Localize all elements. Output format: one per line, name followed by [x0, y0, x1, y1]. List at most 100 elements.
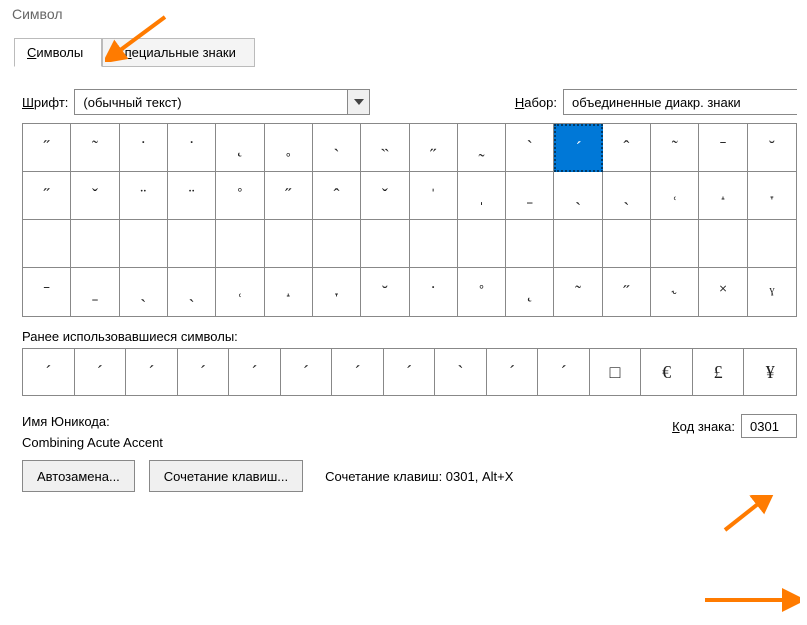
grid-cell[interactable]: ˚	[216, 172, 264, 220]
grid-cell[interactable]: ˏ	[168, 268, 216, 316]
grid-cell[interactable]: ˠ	[748, 268, 796, 316]
grid-cell[interactable]: ˝	[23, 172, 71, 220]
unicode-name-label: Имя Юникода:	[22, 414, 163, 429]
window-title: Символ	[0, 0, 807, 28]
font-label: Шрифт:	[22, 95, 68, 110]
grid-cell[interactable]: ˝	[23, 124, 71, 172]
recent-cell[interactable]: ´	[538, 349, 590, 395]
grid-cell[interactable]: ˔	[699, 172, 747, 220]
annotation-arrow-icon	[715, 495, 775, 535]
recent-cell[interactable]: `	[435, 349, 487, 395]
grid-cell[interactable]	[458, 220, 506, 268]
set-select[interactable]: объединенные диакр. знаки	[563, 89, 797, 115]
grid-cell[interactable]: ˍ	[71, 268, 119, 316]
dropdown-icon[interactable]	[347, 90, 369, 114]
grid-cell[interactable]: ˙	[410, 268, 458, 316]
grid-cell[interactable]: ¨	[168, 172, 216, 220]
grid-cell[interactable]	[168, 220, 216, 268]
grid-cell[interactable]: ¨	[120, 172, 168, 220]
grid-cell[interactable]: ˇ	[71, 172, 119, 220]
recent-cell[interactable]: ¥	[744, 349, 796, 395]
grid-cell[interactable]: ˞	[651, 268, 699, 316]
grid-cell[interactable]: ´	[554, 124, 602, 172]
grid-cell[interactable]: ˜	[651, 124, 699, 172]
recent-cell[interactable]: ´	[229, 349, 281, 395]
grid-cell[interactable]	[265, 220, 313, 268]
grid-cell[interactable]: ˈ	[410, 172, 458, 220]
grid-cell[interactable]: ˜	[554, 268, 602, 316]
recent-cell[interactable]: ´	[332, 349, 384, 395]
grid-cell[interactable]: ˷	[458, 124, 506, 172]
character-grid[interactable]: ˝˜˙˙˛˳˴˵˶˷`´ˆ˜ˉ˘˝ˇ¨¨˚˝ˆˇˈˌˍˎˏ˓˔˕ˉˍˎˏ˓˔˕˘…	[22, 123, 797, 317]
recent-cell[interactable]: ´	[126, 349, 178, 395]
grid-cell[interactable]: ˇ	[361, 172, 409, 220]
grid-cell[interactable]: ˉ	[699, 124, 747, 172]
font-set-row: Шрифт: (обычный текст) Набор: объединенн…	[22, 89, 797, 115]
grid-cell[interactable]: ˝	[603, 268, 651, 316]
set-value: объединенные диакр. знаки	[564, 95, 797, 110]
recent-cell[interactable]: £	[693, 349, 745, 395]
recent-cell[interactable]: ´	[178, 349, 230, 395]
recent-cell[interactable]: ´	[23, 349, 75, 395]
set-label: Набор:	[515, 95, 557, 110]
unicode-name: Combining Acute Accent	[22, 435, 163, 450]
grid-cell[interactable]: ˆ	[313, 172, 361, 220]
grid-cell[interactable]: ˙	[168, 124, 216, 172]
grid-cell[interactable]	[603, 220, 651, 268]
grid-cell[interactable]: ˳	[265, 124, 313, 172]
shortcut-display: Сочетание клавиш: 0301, Alt+X	[325, 469, 513, 484]
grid-cell[interactable]: ˉ	[23, 268, 71, 316]
grid-cell[interactable]	[23, 220, 71, 268]
grid-cell[interactable]: ˘	[361, 268, 409, 316]
grid-cell[interactable]: ˆ	[603, 124, 651, 172]
grid-cell[interactable]	[120, 220, 168, 268]
recent-symbols[interactable]: ´´´´´´´´`´´□€£¥	[22, 348, 797, 396]
grid-cell[interactable]	[216, 220, 264, 268]
grid-cell[interactable]: ˝	[265, 172, 313, 220]
grid-cell[interactable]: ˏ	[603, 172, 651, 220]
recent-cell[interactable]: ´	[487, 349, 539, 395]
grid-cell[interactable]: ˎ	[120, 268, 168, 316]
tab-special[interactable]: Специальные знаки	[102, 38, 255, 67]
grid-cell[interactable]	[313, 220, 361, 268]
grid-cell[interactable]: ˍ	[506, 172, 554, 220]
grid-cell[interactable]: ˌ	[458, 172, 506, 220]
shortcut-key-button[interactable]: Сочетание клавиш...	[149, 460, 303, 492]
grid-cell[interactable]: ˕	[748, 172, 796, 220]
grid-cell[interactable]	[361, 220, 409, 268]
font-select[interactable]: (обычный текст)	[74, 89, 370, 115]
recent-cell[interactable]: ´	[75, 349, 127, 395]
grid-cell[interactable]: ˓	[216, 268, 264, 316]
tab-symbols[interactable]: Символы	[14, 38, 102, 67]
tab-bar: Символы Специальные знаки	[14, 38, 807, 67]
grid-cell[interactable]: ˵	[361, 124, 409, 172]
grid-cell[interactable]: ˴	[313, 124, 361, 172]
recent-cell[interactable]: ´	[281, 349, 333, 395]
grid-cell[interactable]	[748, 220, 796, 268]
grid-cell[interactable]: ˛	[506, 268, 554, 316]
grid-cell[interactable]	[651, 220, 699, 268]
recent-cell[interactable]: □	[590, 349, 642, 395]
grid-cell[interactable]	[699, 220, 747, 268]
grid-cell[interactable]: ˶	[410, 124, 458, 172]
grid-cell[interactable]: ˜	[71, 124, 119, 172]
font-value: (обычный текст)	[75, 95, 347, 110]
grid-cell[interactable]	[554, 220, 602, 268]
grid-cell[interactable]: ˕	[313, 268, 361, 316]
autocorrect-button[interactable]: Автозамена...	[22, 460, 135, 492]
grid-cell[interactable]	[506, 220, 554, 268]
grid-cell[interactable]: ˙	[120, 124, 168, 172]
grid-cell[interactable]: ˔	[265, 268, 313, 316]
grid-cell[interactable]: ˟	[699, 268, 747, 316]
recent-cell[interactable]: €	[641, 349, 693, 395]
grid-cell[interactable]	[410, 220, 458, 268]
grid-cell[interactable]: ˓	[651, 172, 699, 220]
grid-cell[interactable]	[71, 220, 119, 268]
grid-cell[interactable]: ˘	[748, 124, 796, 172]
grid-cell[interactable]: ˚	[458, 268, 506, 316]
char-code-input[interactable]: 0301	[741, 414, 797, 438]
grid-cell[interactable]: `	[506, 124, 554, 172]
grid-cell[interactable]: ˛	[216, 124, 264, 172]
recent-cell[interactable]: ´	[384, 349, 436, 395]
grid-cell[interactable]: ˎ	[554, 172, 602, 220]
